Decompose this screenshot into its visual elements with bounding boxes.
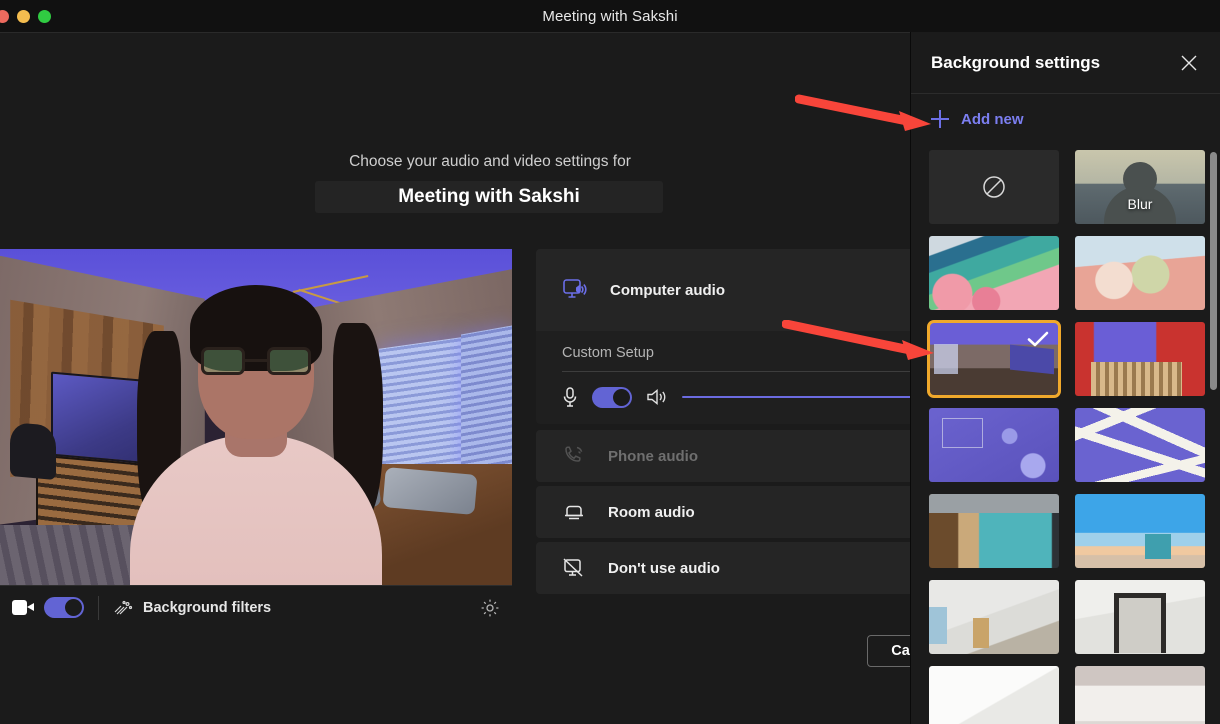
audio-option-phone[interactable]: Phone audio (536, 430, 910, 482)
microphone-icon (562, 386, 578, 408)
microphone-toggle[interactable] (592, 386, 632, 408)
gear-icon[interactable] (480, 598, 500, 618)
window-titlebar: Meeting with Sakshi (0, 0, 1220, 32)
audio-option-label: Computer audio (610, 281, 725, 299)
audio-option-label: Phone audio (608, 447, 698, 465)
audio-options-list: Computer audio Custom Setup Phone audio … (536, 249, 910, 598)
panel-header: Background settings (911, 32, 1220, 94)
background-filters-icon (113, 600, 133, 616)
background-thumb-mirror-room[interactable] (1075, 580, 1205, 654)
audio-option-none[interactable]: Don't use audio (536, 542, 910, 594)
custom-setup-panel: Custom Setup (536, 331, 910, 424)
audio-option-label: Don't use audio (608, 559, 720, 577)
add-new-label: Add new (961, 110, 1024, 128)
background-thumb-space[interactable] (929, 408, 1059, 482)
no-background-icon (983, 176, 1005, 198)
custom-setup-divider (562, 371, 910, 372)
background-thumb-cake[interactable] (1075, 236, 1205, 310)
room-audio-icon (562, 502, 586, 522)
speaker-icon (646, 387, 668, 407)
prejoin-main: Choose your audio and video settings for… (0, 32, 910, 724)
window-controls[interactable] (0, 10, 51, 23)
background-thumbnail-grid: Blur (911, 144, 1220, 724)
camera-person (111, 285, 401, 585)
background-thumb-none[interactable] (929, 150, 1059, 224)
teams-prejoin-window: Meeting with Sakshi Choose your audio an… (0, 0, 1220, 724)
background-settings-panel: Background settings Add new Blur (910, 32, 1220, 724)
maximize-window-button[interactable] (38, 10, 51, 23)
minimize-window-button[interactable] (17, 10, 30, 23)
background-thumb-notes[interactable] (1075, 408, 1205, 482)
computer-audio-icon (562, 278, 588, 302)
close-window-button[interactable] (0, 10, 9, 23)
cancel-button[interactable]: Cancel (867, 635, 910, 667)
no-audio-icon (562, 557, 586, 579)
background-thumb-blur[interactable]: Blur (1075, 150, 1205, 224)
background-thumb-bright-interior[interactable] (929, 666, 1059, 724)
background-thumb-white-room[interactable] (929, 580, 1059, 654)
background-thumb-living-room[interactable] (927, 320, 1061, 398)
close-icon[interactable] (1178, 52, 1200, 74)
background-filters-label: Background filters (143, 599, 272, 616)
background-thumb-caption: Blur (1127, 196, 1153, 212)
prejoin-footer: Cancel Join now (536, 635, 910, 667)
phone-audio-icon (562, 445, 586, 467)
selected-check-icon (1027, 331, 1049, 347)
video-preview-toolbar: Background filters (0, 585, 512, 629)
toolbar-divider (98, 595, 99, 620)
background-thumb-studio[interactable] (1075, 322, 1205, 396)
background-thumb-beach[interactable] (1075, 494, 1205, 568)
panel-title: Background settings (931, 52, 1101, 72)
plus-icon (931, 110, 949, 128)
audio-option-room[interactable]: Room audio (536, 486, 910, 538)
window-title: Meeting with Sakshi (542, 7, 678, 25)
audio-option-label: Room audio (608, 503, 695, 521)
eyeglasses (201, 347, 311, 377)
background-thumb-coral[interactable] (929, 236, 1059, 310)
custom-setup-label: Custom Setup (562, 345, 654, 361)
volume-slider[interactable] (682, 396, 910, 398)
camera-icon (12, 600, 34, 615)
video-preview[interactable] (0, 249, 512, 585)
panel-scrollbar[interactable] (1210, 152, 1217, 390)
background-thumb-minimal-wall[interactable] (1075, 666, 1205, 724)
audio-option-computer[interactable]: Computer audio (536, 249, 910, 331)
background-thumb-lockers[interactable] (929, 494, 1059, 568)
camera-toggle[interactable] (44, 597, 84, 618)
prejoin-prompt: Choose your audio and video settings for (349, 153, 631, 170)
meeting-name-heading: Meeting with Sakshi (315, 181, 663, 213)
add-new-background-button[interactable]: Add new (911, 94, 1220, 144)
